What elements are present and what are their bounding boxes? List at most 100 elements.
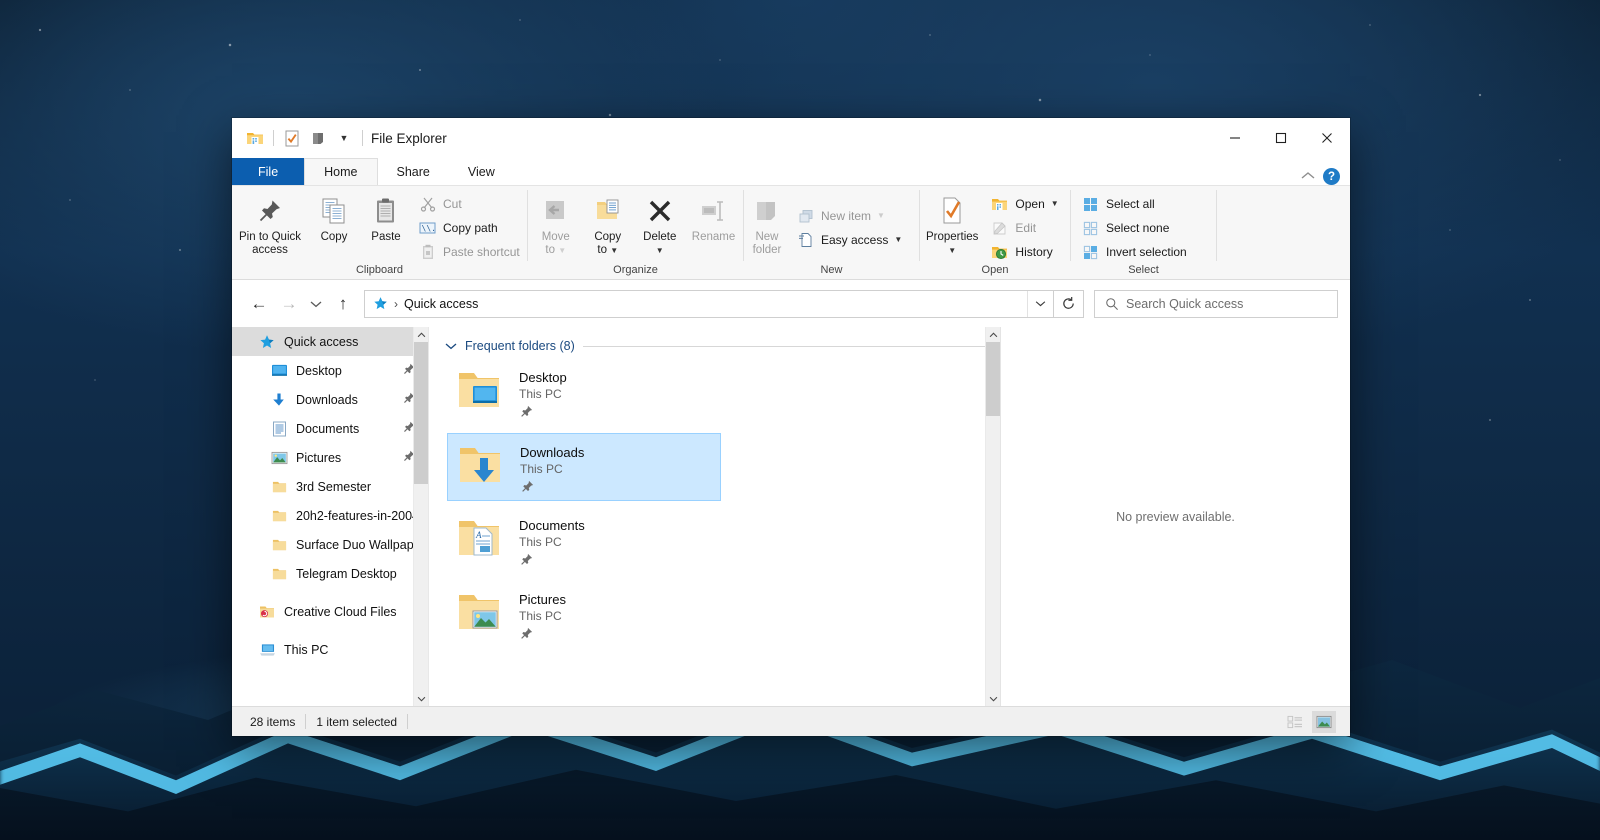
tab-home[interactable]: Home — [304, 158, 378, 185]
search-box[interactable]: Search Quick access — [1094, 289, 1338, 318]
view-buttons — [1283, 710, 1342, 733]
address-box[interactable]: › Quick access — [364, 289, 1054, 318]
scroll-down-icon[interactable] — [986, 691, 1000, 706]
copy-path-button[interactable]: \\.. Copy path — [416, 217, 526, 239]
sidebar-item-label: Creative Cloud Files — [284, 604, 397, 619]
preview-pane: No preview available. — [1000, 327, 1350, 706]
sidebar-item-surface-duo-wallpapers[interactable]: Surface Duo Wallpapers — [232, 530, 428, 559]
collapse-ribbon-icon[interactable] — [1301, 171, 1315, 183]
explorer-body: Quick access Desktop Downloads Documents… — [232, 327, 1350, 706]
search-input[interactable]: Search Quick access — [1126, 297, 1243, 311]
quick-access-star-icon — [258, 333, 276, 351]
new-folder-label: New folder — [752, 231, 782, 256]
recent-locations-button[interactable] — [304, 289, 328, 319]
title-bar[interactable]: ▼ File Explorer — [232, 118, 1350, 158]
tile-subtitle: This PC — [519, 609, 562, 623]
tile-name: Downloads — [520, 445, 585, 460]
sidebar-item-quick-access[interactable]: Quick access — [232, 327, 428, 356]
tab-view[interactable]: View — [449, 158, 514, 185]
sidebar-item-documents[interactable]: Documents — [232, 414, 428, 443]
minimize-button[interactable] — [1212, 118, 1258, 158]
forward-button[interactable]: → — [274, 289, 304, 319]
sidebar-item-3rd-semester[interactable]: 3rd Semester — [232, 472, 428, 501]
close-button[interactable] — [1304, 118, 1350, 158]
sidebar-item-label: Surface Duo Wallpapers — [296, 537, 428, 552]
sidebar-item-downloads[interactable]: Downloads — [232, 385, 428, 414]
tab-file[interactable]: File — [232, 158, 305, 185]
cut-button[interactable]: Cut — [416, 193, 526, 215]
rename-button[interactable]: Rename — [686, 191, 741, 246]
group-header-frequent-folders[interactable]: Frequent folders (8) — [429, 327, 1000, 353]
pin-to-quick-access-button[interactable]: Pin to Quick access — [232, 191, 308, 259]
svg-text:A: A — [475, 530, 482, 540]
sidebar-item-creative-cloud-files[interactable]: Creative Cloud Files — [232, 597, 428, 626]
select-none-icon — [1081, 219, 1100, 238]
maximize-button[interactable] — [1258, 118, 1304, 158]
open-small-buttons: Open ▼ Edit History — [984, 191, 1066, 263]
edit-button[interactable]: Edit — [988, 217, 1064, 239]
refresh-button[interactable] — [1054, 289, 1084, 318]
ribbon-group-open: Properties ▼ Open ▼ Edit History Open — [920, 186, 1070, 279]
breadcrumb-path[interactable]: Quick access — [404, 297, 478, 311]
tile-documents[interactable]: A Documents This PC — [447, 507, 721, 575]
tile-pictures[interactable]: Pictures This PC — [447, 581, 721, 649]
select-none-button[interactable]: Select none — [1079, 217, 1193, 239]
items-view[interactable]: Frequent folders (8) Desktop This PC Dow… — [429, 327, 1000, 706]
folder-icon — [270, 536, 288, 554]
new-folder-icon[interactable] — [305, 125, 331, 151]
open-button[interactable]: Open ▼ — [988, 193, 1064, 215]
sidebar-item-desktop[interactable]: Desktop — [232, 356, 428, 385]
tile-meta: Documents This PC — [519, 513, 585, 570]
breadcrumb[interactable]: › Quick access — [365, 296, 1027, 311]
paste-button[interactable]: Paste — [360, 191, 412, 246]
ribbon-group-organize: Move to ▼ Copy to ▼ Delete ▼ Rename Orga… — [528, 186, 743, 279]
scroll-up-icon[interactable] — [986, 327, 1000, 342]
customize-icon[interactable]: ▼ — [331, 125, 357, 151]
sidebar-item-20h2-features[interactable]: 20h2-features-in-2004 — [232, 501, 428, 530]
invert-selection-button[interactable]: Invert selection — [1079, 241, 1193, 263]
items-view-scrollbar[interactable] — [985, 327, 1000, 706]
delete-button[interactable]: Delete ▼ — [634, 191, 686, 259]
tile-desktop[interactable]: Desktop This PC — [447, 359, 721, 427]
sidebar-item-this-pc[interactable]: This PC — [232, 635, 428, 664]
tile-downloads[interactable]: Downloads This PC — [447, 433, 721, 501]
history-button[interactable]: History — [988, 241, 1064, 263]
cut-label: Cut — [443, 197, 462, 211]
folder-icon — [270, 478, 288, 496]
edit-icon — [990, 219, 1009, 238]
ribbon-group-new: New folder New item ▼ Easy access ▼ New — [744, 186, 919, 279]
easy-access-button[interactable]: Easy access ▼ — [794, 229, 908, 251]
back-button[interactable]: ← — [244, 289, 274, 319]
chevron-down-icon[interactable] — [445, 342, 457, 350]
paste-shortcut-button[interactable]: Paste shortcut — [416, 241, 526, 263]
details-view-button[interactable] — [1283, 711, 1307, 733]
ribbon-group-label-open: Open — [981, 264, 1009, 276]
help-button[interactable]: ? — [1323, 168, 1340, 185]
qat-divider-2 — [362, 130, 363, 146]
scroll-up-icon[interactable] — [414, 327, 428, 342]
sidebar-item-pictures[interactable]: Pictures — [232, 443, 428, 472]
address-dropdown-button[interactable] — [1027, 290, 1053, 317]
select-all-button[interactable]: Select all — [1079, 193, 1193, 215]
new-item-button[interactable]: New item ▼ — [794, 205, 908, 227]
move-to-button[interactable]: Move to ▼ — [530, 191, 582, 259]
navigation-pane-scrollbar[interactable] — [413, 327, 428, 706]
desktop-wallpaper: ▼ File Explorer File Home Share View ? P… — [0, 0, 1600, 840]
copy-icon — [319, 193, 349, 229]
sidebar-item-telegram-desktop[interactable]: Telegram Desktop — [232, 559, 428, 588]
folder-pictures-icon — [455, 589, 505, 639]
explorer-icon[interactable] — [242, 125, 268, 151]
properties-button[interactable]: Properties ▼ — [920, 191, 984, 259]
clipboard-small-buttons: Cut \\.. Copy path — [412, 191, 528, 263]
navigation-pane-scroll-thumb[interactable] — [414, 342, 428, 484]
items-view-scroll-thumb[interactable] — [986, 342, 1000, 416]
up-button[interactable]: ↑ — [328, 289, 358, 319]
tab-share[interactable]: Share — [378, 158, 449, 185]
scroll-down-icon[interactable] — [414, 691, 428, 706]
large-icons-view-button[interactable] — [1312, 710, 1336, 733]
new-folder-button[interactable]: New folder — [744, 191, 790, 259]
copy-to-button[interactable]: Copy to ▼ — [582, 191, 634, 259]
properties-icon[interactable] — [279, 125, 305, 151]
copy-button[interactable]: Copy — [308, 191, 360, 246]
